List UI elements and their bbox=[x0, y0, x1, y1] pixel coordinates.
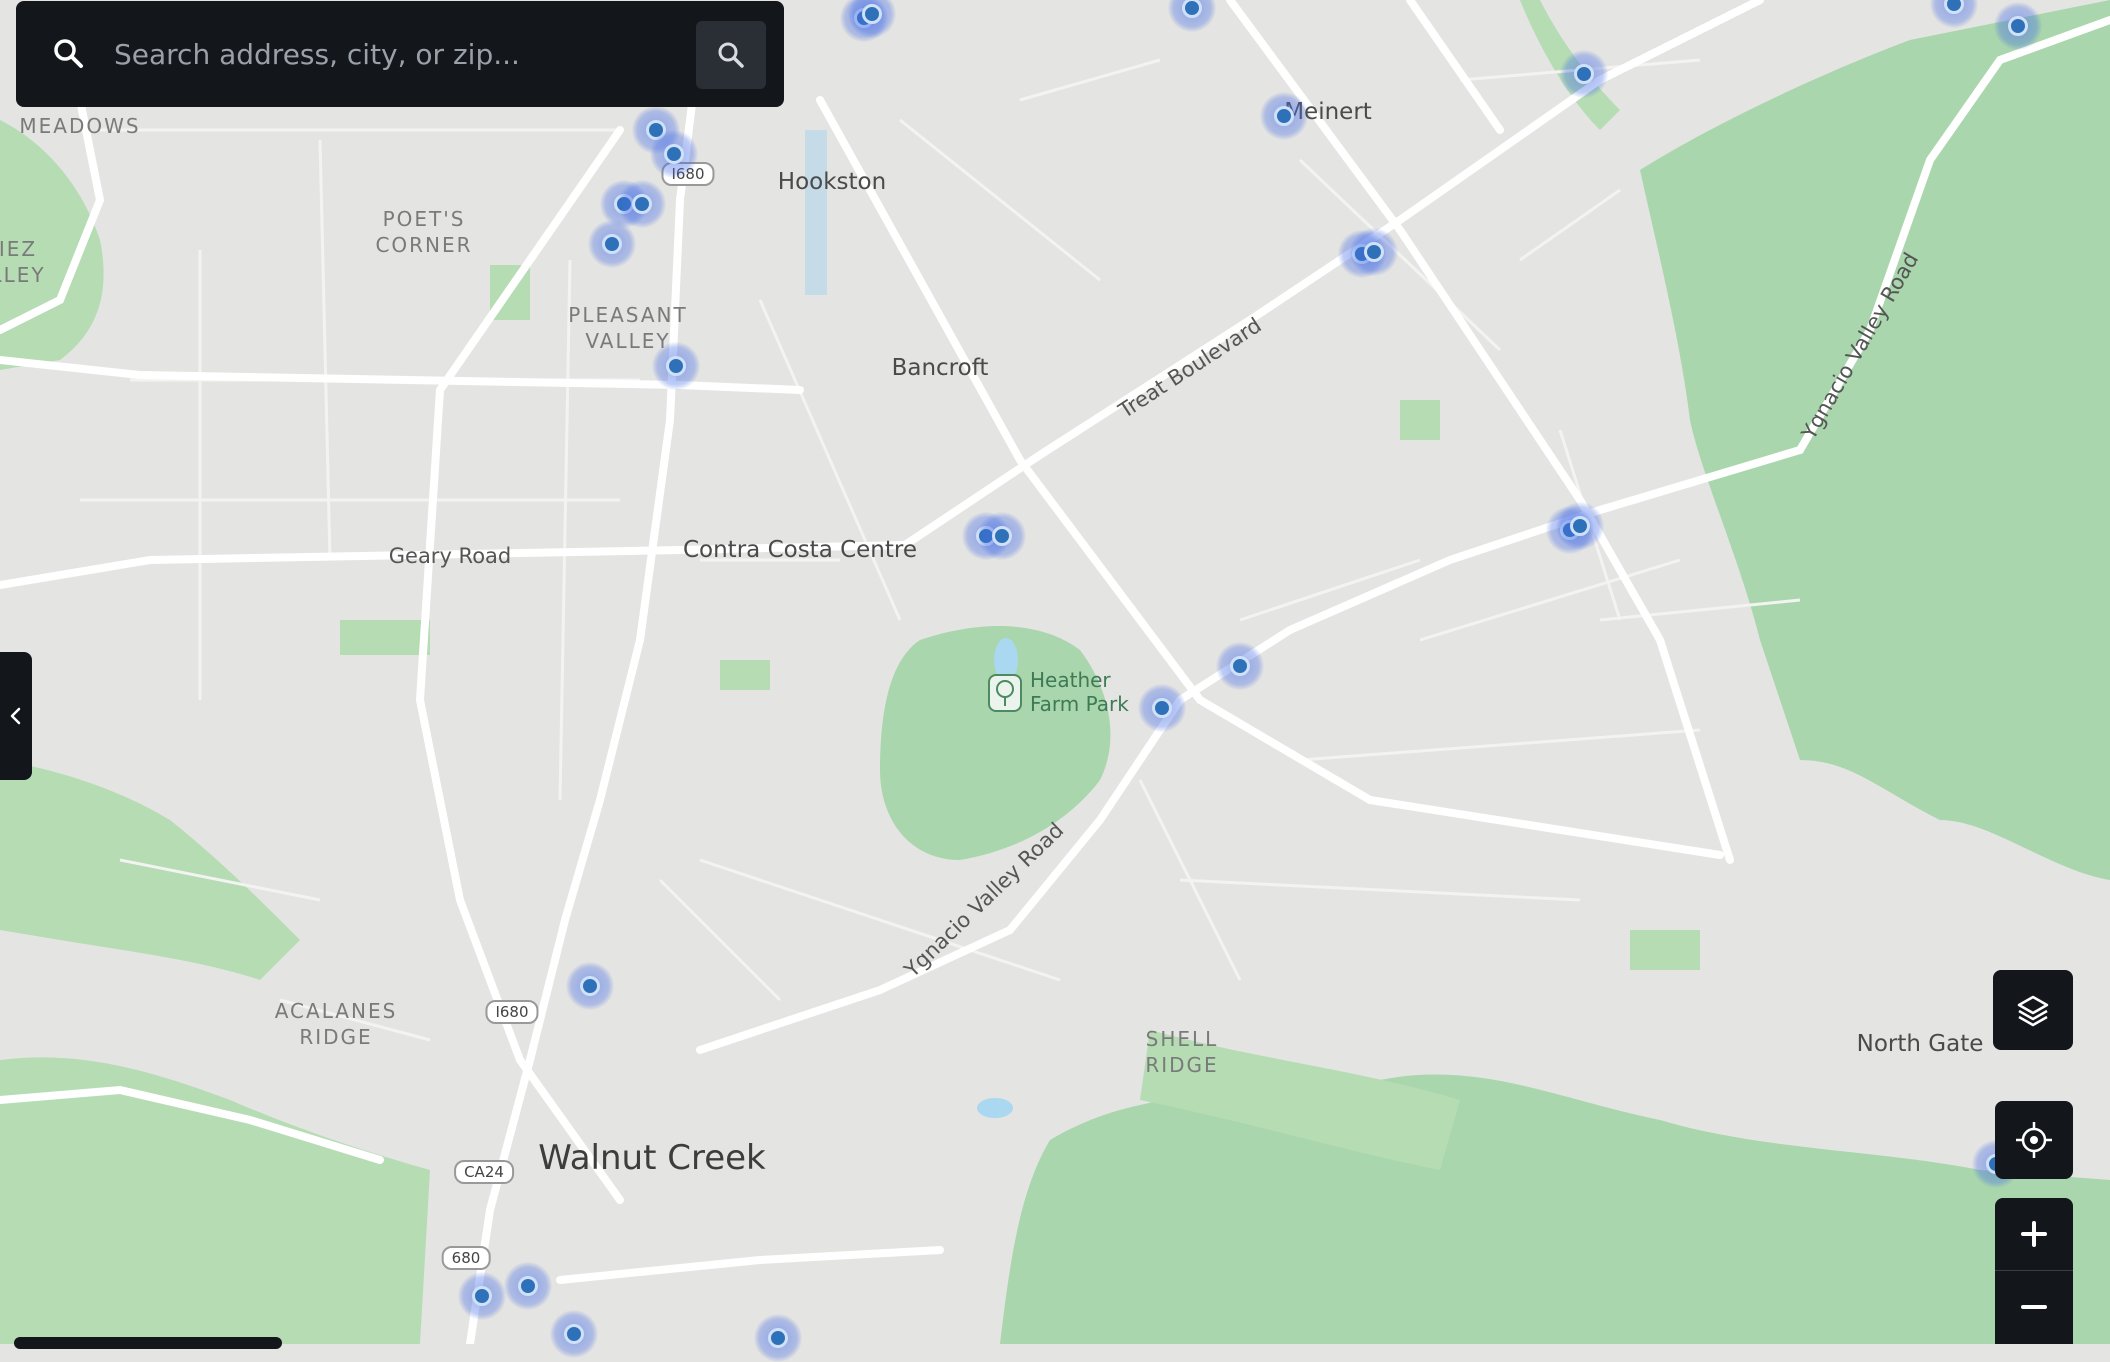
layers-icon bbox=[2017, 995, 2049, 1027]
park-icon bbox=[988, 674, 1022, 712]
park-patch-2 bbox=[720, 660, 770, 690]
park-label-heather-farm-park: Heather Farm Park bbox=[1030, 668, 1129, 716]
locate-me-button[interactable] bbox=[1995, 1101, 2073, 1179]
bottom-panel-edge[interactable] bbox=[14, 1337, 282, 1349]
area-label-iez-lley: IEZ LLEY bbox=[0, 237, 46, 287]
location-marker[interactable] bbox=[754, 1314, 802, 1362]
area-label-poets-corner: POET'S CORNER bbox=[375, 207, 473, 257]
zoom-controls bbox=[1995, 1198, 2073, 1344]
location-marker[interactable] bbox=[588, 220, 636, 268]
plus-icon bbox=[2021, 1220, 2047, 1247]
layers-button[interactable] bbox=[1993, 970, 2073, 1050]
location-marker[interactable] bbox=[1216, 642, 1264, 690]
search-icon bbox=[718, 42, 744, 68]
zoom-in-button[interactable] bbox=[1995, 1198, 2073, 1271]
highway-shield-i680-mid: I680 bbox=[485, 1000, 539, 1024]
place-label-contra-costa-centre: Contra Costa Centre bbox=[682, 537, 918, 563]
search-button[interactable] bbox=[696, 21, 766, 89]
search-input[interactable] bbox=[112, 23, 696, 85]
location-marker[interactable] bbox=[566, 962, 614, 1010]
chevron-left-icon bbox=[10, 707, 21, 725]
area-label-acalanes-ridge: ACALANES RIDGE bbox=[274, 999, 398, 1049]
location-marker[interactable] bbox=[1556, 502, 1604, 550]
locate-icon bbox=[2016, 1122, 2052, 1158]
area-label-shell-ridge: SHELL RIDGE bbox=[1145, 1027, 1219, 1077]
location-marker[interactable] bbox=[1138, 684, 1186, 732]
city-label-walnut-creek: Walnut Creek bbox=[538, 1138, 766, 1178]
location-marker[interactable] bbox=[458, 1272, 506, 1320]
road-label-geary-road: Geary Road bbox=[388, 544, 512, 568]
park-patch-4 bbox=[340, 620, 430, 655]
location-marker[interactable] bbox=[504, 1262, 552, 1310]
minus-icon bbox=[2021, 1305, 2047, 1310]
highway-shield-ca24: CA24 bbox=[454, 1160, 514, 1184]
place-label-hookston: Hookston bbox=[777, 169, 887, 195]
location-marker[interactable] bbox=[978, 512, 1026, 560]
search-bar bbox=[16, 1, 784, 107]
canal-north bbox=[805, 130, 827, 295]
location-marker[interactable] bbox=[1994, 2, 2042, 50]
park-patch-5 bbox=[1400, 400, 1440, 440]
highway-shield-680-south: 680 bbox=[441, 1246, 491, 1270]
location-marker[interactable] bbox=[652, 342, 700, 390]
location-marker[interactable] bbox=[1260, 92, 1308, 140]
location-marker[interactable] bbox=[650, 130, 698, 178]
place-label-bancroft: Bancroft bbox=[891, 355, 989, 381]
location-marker[interactable] bbox=[618, 180, 666, 228]
location-marker[interactable] bbox=[550, 1310, 598, 1358]
tree-icon bbox=[996, 680, 1014, 706]
sidebar-toggle-button[interactable] bbox=[0, 652, 32, 780]
zoom-out-button[interactable] bbox=[1995, 1271, 2073, 1345]
search-icon bbox=[50, 35, 86, 71]
area-label-meadows: MEADOWS bbox=[19, 114, 141, 138]
place-label-north-gate: North Gate bbox=[1856, 1031, 1984, 1057]
pond-south bbox=[977, 1098, 1013, 1118]
location-marker[interactable] bbox=[1560, 50, 1608, 98]
park-patch-3 bbox=[1630, 930, 1700, 970]
location-marker[interactable] bbox=[1350, 228, 1398, 276]
map-canvas[interactable]: MEADOWS POET'S CORNER PLEASANT VALLEY IE… bbox=[0, 0, 2110, 1362]
